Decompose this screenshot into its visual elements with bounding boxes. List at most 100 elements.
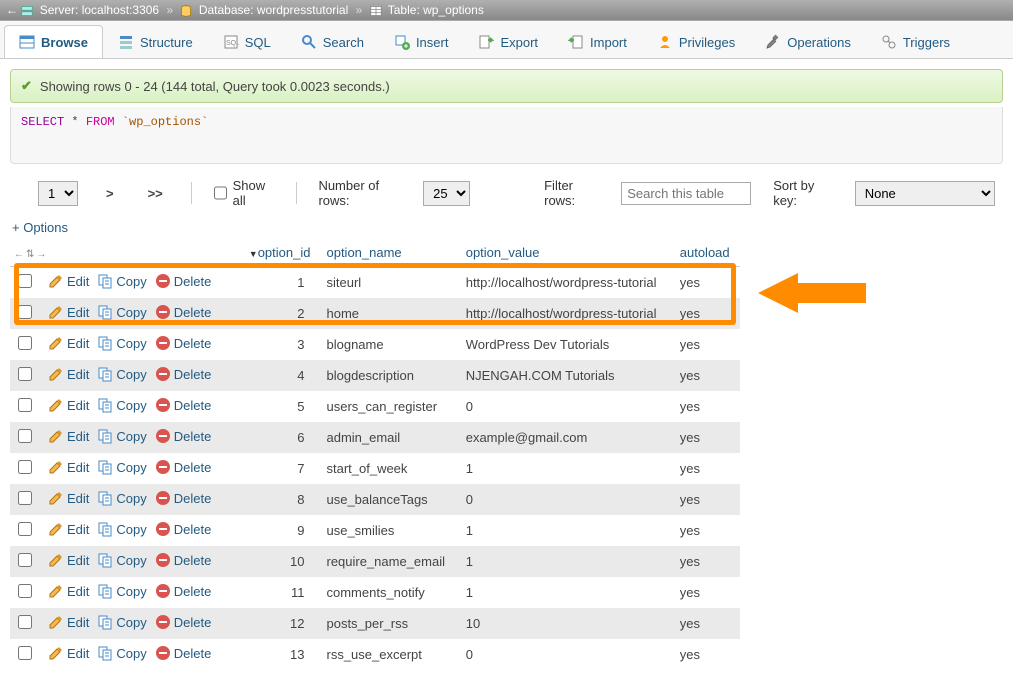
cell-option-id: 7: [234, 453, 319, 484]
col-option-id[interactable]: option_id: [234, 239, 319, 267]
triggers-icon: [881, 34, 897, 50]
row-checkbox[interactable]: [18, 429, 32, 443]
tab-sql[interactable]: SQL SQL: [208, 25, 286, 58]
breadcrumb-sep: »: [166, 3, 173, 17]
row-checkbox[interactable]: [18, 553, 32, 567]
copy-button[interactable]: Copy: [97, 614, 146, 630]
row-checkbox[interactable]: [18, 398, 32, 412]
row-checkbox[interactable]: [18, 615, 32, 629]
tab-browse[interactable]: Browse: [4, 25, 103, 58]
edit-button[interactable]: Edit: [48, 521, 89, 537]
check-icon: ✔: [21, 78, 32, 94]
delete-button[interactable]: Delete: [155, 366, 212, 382]
copy-button[interactable]: Copy: [97, 428, 146, 444]
tab-privileges[interactable]: Privileges: [642, 25, 750, 58]
copy-button[interactable]: Copy: [97, 490, 146, 506]
breadcrumb-table[interactable]: wp_options: [423, 3, 484, 17]
tab-search[interactable]: Search: [286, 25, 379, 58]
cell-option-value: 1: [458, 546, 672, 577]
breadcrumb-server[interactable]: localhost:3306: [82, 3, 159, 17]
edit-button[interactable]: Edit: [48, 490, 89, 506]
copy-button[interactable]: Copy: [97, 583, 146, 599]
edit-button[interactable]: Edit: [48, 335, 89, 351]
edit-button[interactable]: Edit: [48, 459, 89, 475]
copy-button[interactable]: Copy: [97, 335, 146, 351]
copy-button[interactable]: Copy: [97, 521, 146, 537]
row-checkbox[interactable]: [18, 584, 32, 598]
delete-button[interactable]: Delete: [155, 552, 212, 568]
row-checkbox[interactable]: [18, 274, 32, 288]
row-checkbox[interactable]: [18, 491, 32, 505]
sort-right-icon[interactable]: →: [36, 249, 46, 260]
cell-autoload: yes: [672, 298, 740, 329]
col-option-name[interactable]: option_name: [318, 239, 457, 267]
cell-option-name: blogname: [318, 329, 457, 360]
page-select[interactable]: 1: [38, 181, 78, 206]
cell-option-value: WordPress Dev Tutorials: [458, 329, 672, 360]
col-option-value[interactable]: option_value: [458, 239, 672, 267]
table-row: Edit Copy Delete 3blognameWordPress Dev Tut…: [10, 329, 740, 360]
sort-by-key-select[interactable]: None: [855, 181, 995, 206]
copy-button[interactable]: Copy: [97, 552, 146, 568]
tab-insert[interactable]: Insert: [379, 25, 464, 58]
edit-button[interactable]: Edit: [48, 304, 89, 320]
copy-button[interactable]: Copy: [97, 397, 146, 413]
last-page-button[interactable]: >>: [142, 184, 169, 203]
delete-button[interactable]: Delete: [155, 304, 212, 320]
delete-button[interactable]: Delete: [155, 397, 212, 413]
delete-button[interactable]: Delete: [155, 583, 212, 599]
col-autoload[interactable]: autoload: [672, 239, 740, 267]
breadcrumb-back-icon[interactable]: ←: [6, 3, 18, 17]
tab-import[interactable]: Import: [553, 25, 642, 58]
delete-button[interactable]: Delete: [155, 490, 212, 506]
next-page-button[interactable]: >: [100, 184, 120, 203]
edit-button[interactable]: Edit: [48, 583, 89, 599]
copy-button[interactable]: Copy: [97, 459, 146, 475]
delete-button[interactable]: Delete: [155, 273, 212, 289]
tab-triggers-label: Triggers: [903, 35, 950, 50]
row-checkbox[interactable]: [18, 646, 32, 660]
copy-button[interactable]: Copy: [97, 645, 146, 661]
delete-button[interactable]: Delete: [155, 335, 212, 351]
copy-button[interactable]: Copy: [97, 304, 146, 320]
num-rows-select[interactable]: 25: [423, 181, 470, 206]
breadcrumb-database[interactable]: wordpresstutorial: [257, 3, 348, 17]
delete-button[interactable]: Delete: [155, 521, 212, 537]
edit-button[interactable]: Edit: [48, 645, 89, 661]
row-checkbox[interactable]: [18, 305, 32, 319]
tab-structure[interactable]: Structure: [103, 25, 208, 58]
edit-button[interactable]: Edit: [48, 397, 89, 413]
sort-icons-cell: ←⇅→: [10, 239, 234, 267]
delete-button[interactable]: Delete: [155, 645, 212, 661]
sql-from-kw: FROM: [86, 115, 115, 129]
filter-rows-input[interactable]: [621, 182, 751, 205]
row-checkbox[interactable]: [18, 522, 32, 536]
delete-button[interactable]: Delete: [155, 428, 212, 444]
show-all-checkbox[interactable]: [214, 186, 227, 200]
cell-option-id: 8: [234, 484, 319, 515]
tab-triggers[interactable]: Triggers: [866, 25, 965, 58]
row-checkbox[interactable]: [18, 460, 32, 474]
edit-button[interactable]: Edit: [48, 366, 89, 382]
row-checkbox[interactable]: [18, 367, 32, 381]
sort-left-icon[interactable]: ←: [14, 249, 24, 260]
tab-export[interactable]: Export: [463, 25, 553, 58]
edit-button[interactable]: Edit: [48, 552, 89, 568]
cell-autoload: yes: [672, 608, 740, 639]
tab-structure-label: Structure: [140, 35, 193, 50]
cell-option-value: 1: [458, 577, 672, 608]
delete-button[interactable]: Delete: [155, 614, 212, 630]
sort-drag-icon[interactable]: ⇅: [26, 249, 34, 260]
edit-button[interactable]: Edit: [48, 428, 89, 444]
copy-button[interactable]: Copy: [97, 366, 146, 382]
edit-button[interactable]: Edit: [48, 614, 89, 630]
row-checkbox[interactable]: [18, 336, 32, 350]
cell-option-id: 3: [234, 329, 319, 360]
edit-button[interactable]: Edit: [48, 273, 89, 289]
delete-button[interactable]: Delete: [155, 459, 212, 475]
cell-option-name: blogdescription: [318, 360, 457, 391]
cell-option-name: home: [318, 298, 457, 329]
options-toggle[interactable]: + Options: [12, 220, 68, 235]
copy-button[interactable]: Copy: [97, 273, 146, 289]
tab-operations[interactable]: Operations: [750, 25, 866, 58]
